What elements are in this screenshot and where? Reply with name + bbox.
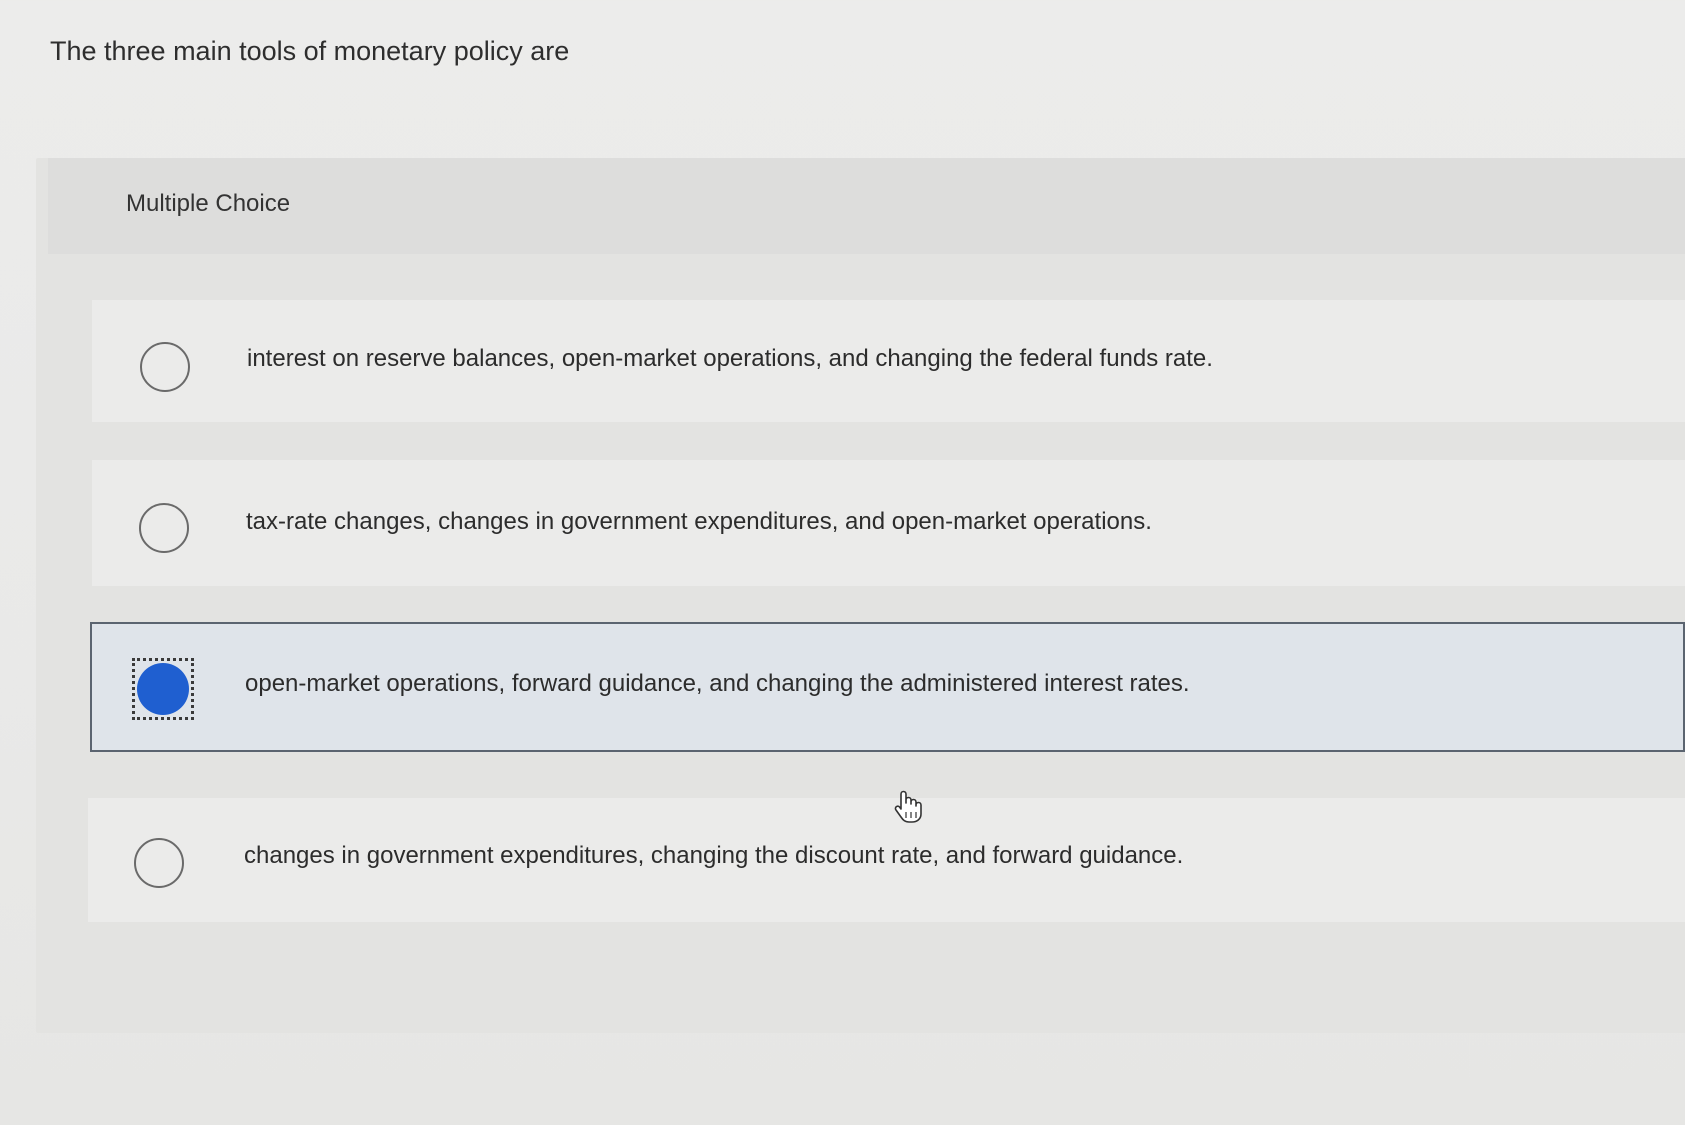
question-text: The three main tools of monetary policy … (50, 36, 570, 66)
hand-pointer-icon (893, 790, 923, 824)
radio-button-3-selected[interactable] (137, 663, 189, 715)
choice-text-2: tax-rate changes, changes in government … (246, 508, 1152, 535)
radio-button-2[interactable] (139, 503, 189, 553)
question-type-label: Multiple Choice (126, 190, 291, 217)
choice-option-3[interactable]: open-market operations, forward guidance… (90, 622, 1685, 752)
choice-text-1: interest on reserve balances, open-marke… (247, 345, 1213, 372)
choice-text-3: open-market operations, forward guidance… (245, 670, 1190, 697)
radio-button-4[interactable] (134, 838, 184, 888)
choice-text-4: changes in government expenditures, chan… (244, 842, 1184, 869)
choice-option-1[interactable]: interest on reserve balances, open-marke… (92, 300, 1685, 422)
choice-option-4[interactable]: changes in government expenditures, chan… (88, 798, 1685, 922)
choice-option-2[interactable]: tax-rate changes, changes in government … (92, 460, 1685, 586)
panel-header (48, 158, 1685, 254)
radio-button-1[interactable] (140, 342, 190, 392)
